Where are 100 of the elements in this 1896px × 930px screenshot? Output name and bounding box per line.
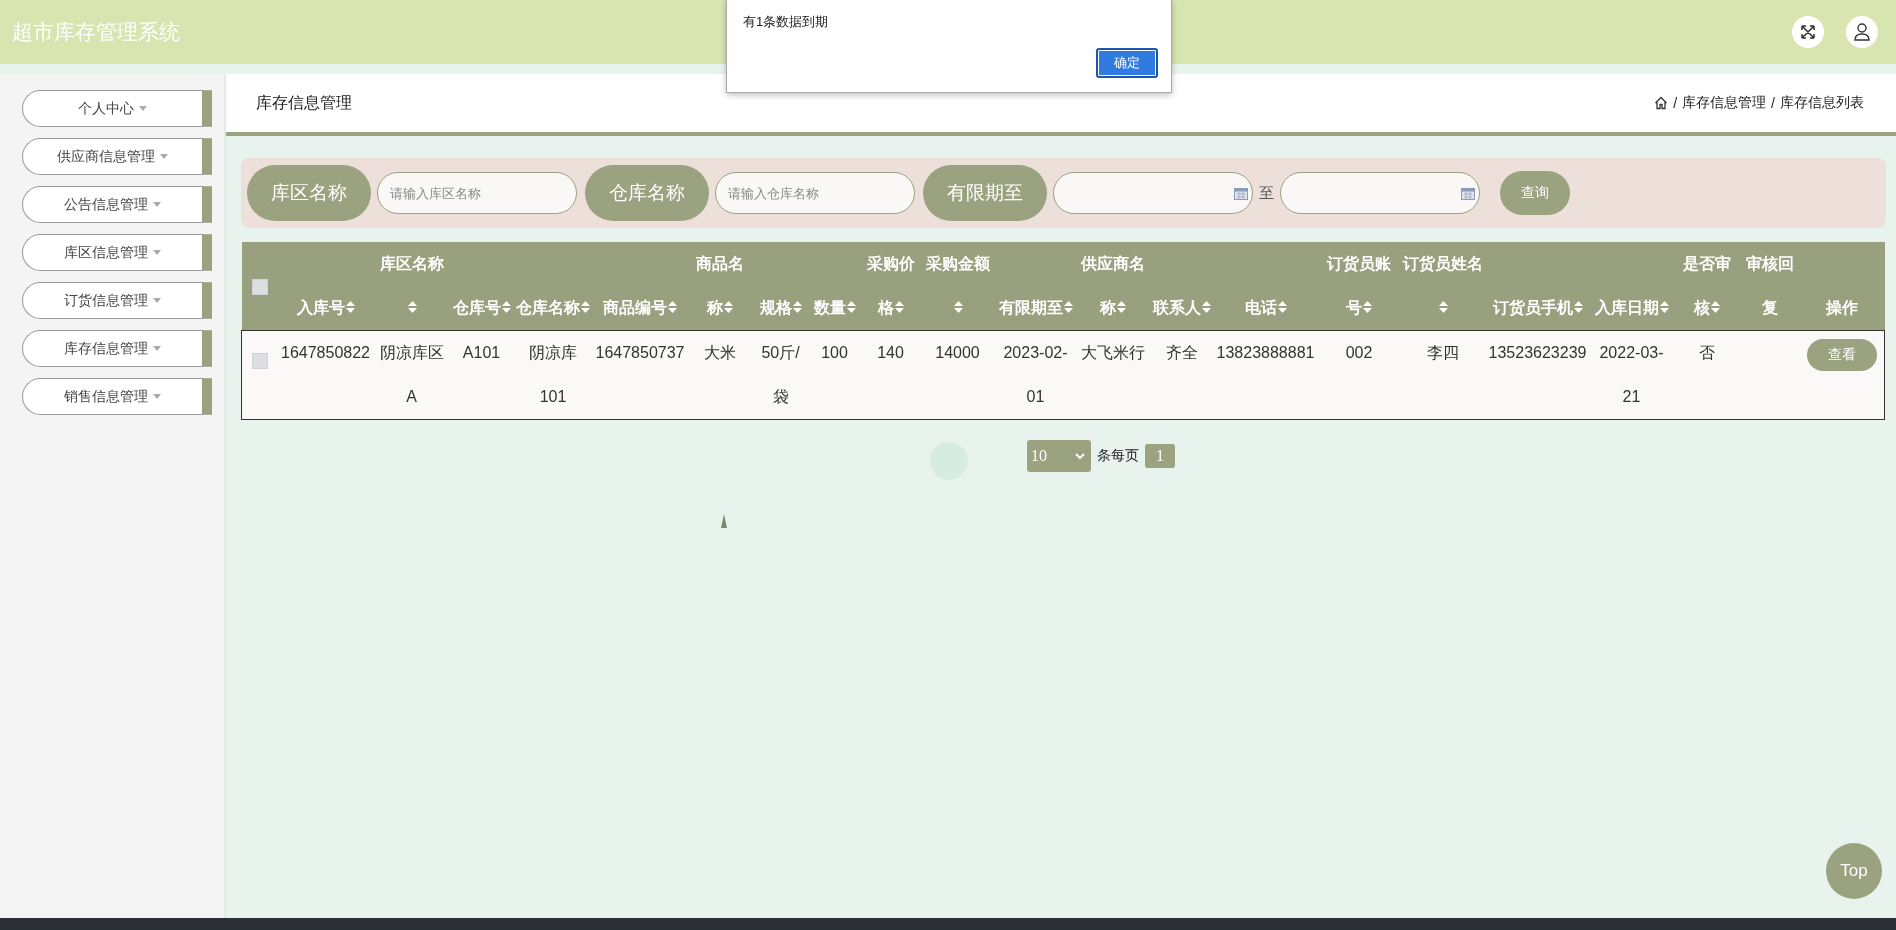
caret-icon: [153, 250, 161, 255]
sort-icon: [1277, 301, 1287, 313]
table-cell: 13823888881: [1216, 344, 1315, 361]
caret-icon: [153, 346, 161, 351]
column-header: 操作: [1824, 298, 1859, 318]
sidebar-item[interactable]: 公告信息管理: [22, 186, 212, 223]
table-cell: 2022-03-21: [1599, 344, 1664, 405]
column-header[interactable]: 供应商名称: [1078, 242, 1148, 330]
sidebar-item[interactable]: 销售信息管理: [22, 378, 212, 415]
table-cell: 002: [1345, 344, 1373, 361]
sort-icon: [581, 301, 590, 313]
sort-icon: [1710, 301, 1720, 313]
sidebar-item[interactable]: 库区信息管理: [22, 234, 212, 271]
page-size-select[interactable]: 10: [1027, 440, 1091, 472]
column-header[interactable]: 采购价格: [862, 242, 919, 330]
sort-icon: [1659, 301, 1669, 313]
view-button[interactable]: 查看: [1806, 339, 1877, 371]
triangle-icon: [721, 514, 727, 528]
table-cell: 阴凉库101: [529, 344, 577, 405]
caret-icon: [153, 394, 161, 399]
sidebar-item[interactable]: 个人中心: [22, 90, 212, 127]
table-cell: 100: [821, 344, 848, 361]
table-cell: 齐全: [1165, 344, 1198, 361]
back-to-top-button[interactable]: Top: [1826, 843, 1882, 899]
column-header[interactable]: 联系人: [1151, 286, 1212, 330]
column-header[interactable]: 采购金额: [922, 242, 993, 330]
column-header[interactable]: 入库日期: [1591, 286, 1672, 330]
page-size-label: 条每页: [1097, 447, 1139, 465]
sort-icon: [345, 301, 355, 313]
sort-icon: [792, 301, 802, 313]
column-header[interactable]: 商品名称: [688, 242, 751, 330]
table-cell: 13523623239: [1488, 344, 1587, 361]
sort-icon: [1063, 301, 1073, 313]
sidebar-item[interactable]: 库存信息管理: [22, 330, 212, 367]
column-header[interactable]: 订货员手机: [1487, 286, 1588, 330]
caret-icon: [153, 298, 161, 303]
ok-button[interactable]: 确定: [1096, 48, 1158, 78]
sort-icon: [953, 301, 963, 313]
column-header[interactable]: 电话: [1215, 286, 1316, 330]
breadcrumb-link[interactable]: 库存信息列表: [1780, 94, 1864, 112]
page-button[interactable]: 1: [1145, 444, 1175, 468]
calendar-icon: [1461, 186, 1475, 200]
home-link[interactable]: [1654, 96, 1669, 110]
field-label: 有限期至: [923, 165, 1047, 221]
expand-icon: [1800, 24, 1816, 40]
date-field[interactable]: [1053, 172, 1253, 214]
column-header[interactable]: 入库号: [279, 286, 372, 330]
table-cell: 李四: [1427, 344, 1459, 361]
caret-icon: [160, 154, 168, 159]
caret-icon: [153, 202, 161, 207]
user-button[interactable]: [1846, 16, 1878, 48]
breadcrumb-separator: /: [1771, 95, 1775, 111]
sidebar-item[interactable]: 供应商信息管理: [22, 138, 212, 175]
breadcrumb-link[interactable]: 库存信息管理: [1682, 94, 1767, 112]
search-field[interactable]: 请输入仓库名称: [715, 172, 915, 214]
alert-message: 有1条数据到期: [743, 13, 829, 31]
table-cell: 50斤/袋: [761, 344, 800, 405]
sort-icon: [1201, 301, 1211, 313]
date-field[interactable]: [1280, 172, 1480, 214]
column-header[interactable]: 仓库号: [451, 286, 512, 330]
table-cell: 大米: [703, 344, 736, 361]
table-cell: 否: [1698, 344, 1715, 361]
sort-icon: [846, 301, 856, 313]
table-cell: 1647850822: [281, 344, 370, 361]
search-button[interactable]: 查询: [1500, 171, 1570, 215]
field-label: 仓库名称: [585, 165, 709, 221]
table-cell: 2023-02-01: [1003, 344, 1068, 405]
table-cell: 1647850737: [595, 344, 685, 361]
column-header[interactable]: 库区名称: [375, 242, 448, 330]
column-header[interactable]: 规格: [754, 286, 807, 330]
table-cell: A101: [462, 344, 501, 361]
sort-icon: [1573, 301, 1583, 313]
search-field[interactable]: 请输入库区名称: [377, 172, 577, 214]
table-cell: 大飞米行: [1081, 344, 1145, 361]
sort-icon: [1117, 301, 1126, 313]
chevron-down-icon: [1075, 452, 1085, 460]
calendar-icon: [1234, 186, 1248, 200]
column-header: 审核回复: [1744, 254, 1795, 318]
column-header[interactable]: 数量: [810, 286, 859, 330]
app-title: 超市库存管理系统: [12, 19, 180, 46]
user-icon: [1854, 23, 1870, 41]
column-header[interactable]: 订货员账号: [1319, 242, 1399, 330]
table-cell: 14000: [935, 344, 980, 361]
column-header[interactable]: 是否审核: [1675, 242, 1738, 330]
sort-icon: [667, 301, 677, 313]
sort-icon: [894, 301, 904, 313]
checkbox[interactable]: [251, 352, 268, 369]
sort-icon: [723, 301, 733, 313]
checkbox[interactable]: [251, 278, 268, 295]
table-cell: 阴凉库区A: [379, 344, 444, 405]
column-header[interactable]: 仓库名称: [515, 286, 591, 330]
range-separator: 至: [1259, 183, 1274, 203]
fullscreen-button[interactable]: [1792, 16, 1824, 48]
sidebar-item[interactable]: 订货信息管理: [22, 282, 212, 319]
column-header[interactable]: 商品编号: [594, 286, 685, 330]
column-header[interactable]: 订货员姓名: [1402, 242, 1484, 330]
sort-icon: [501, 301, 511, 313]
breadcrumb-separator: /: [1673, 95, 1678, 111]
caret-icon: [139, 106, 147, 111]
column-header[interactable]: 有限期至: [996, 286, 1075, 330]
